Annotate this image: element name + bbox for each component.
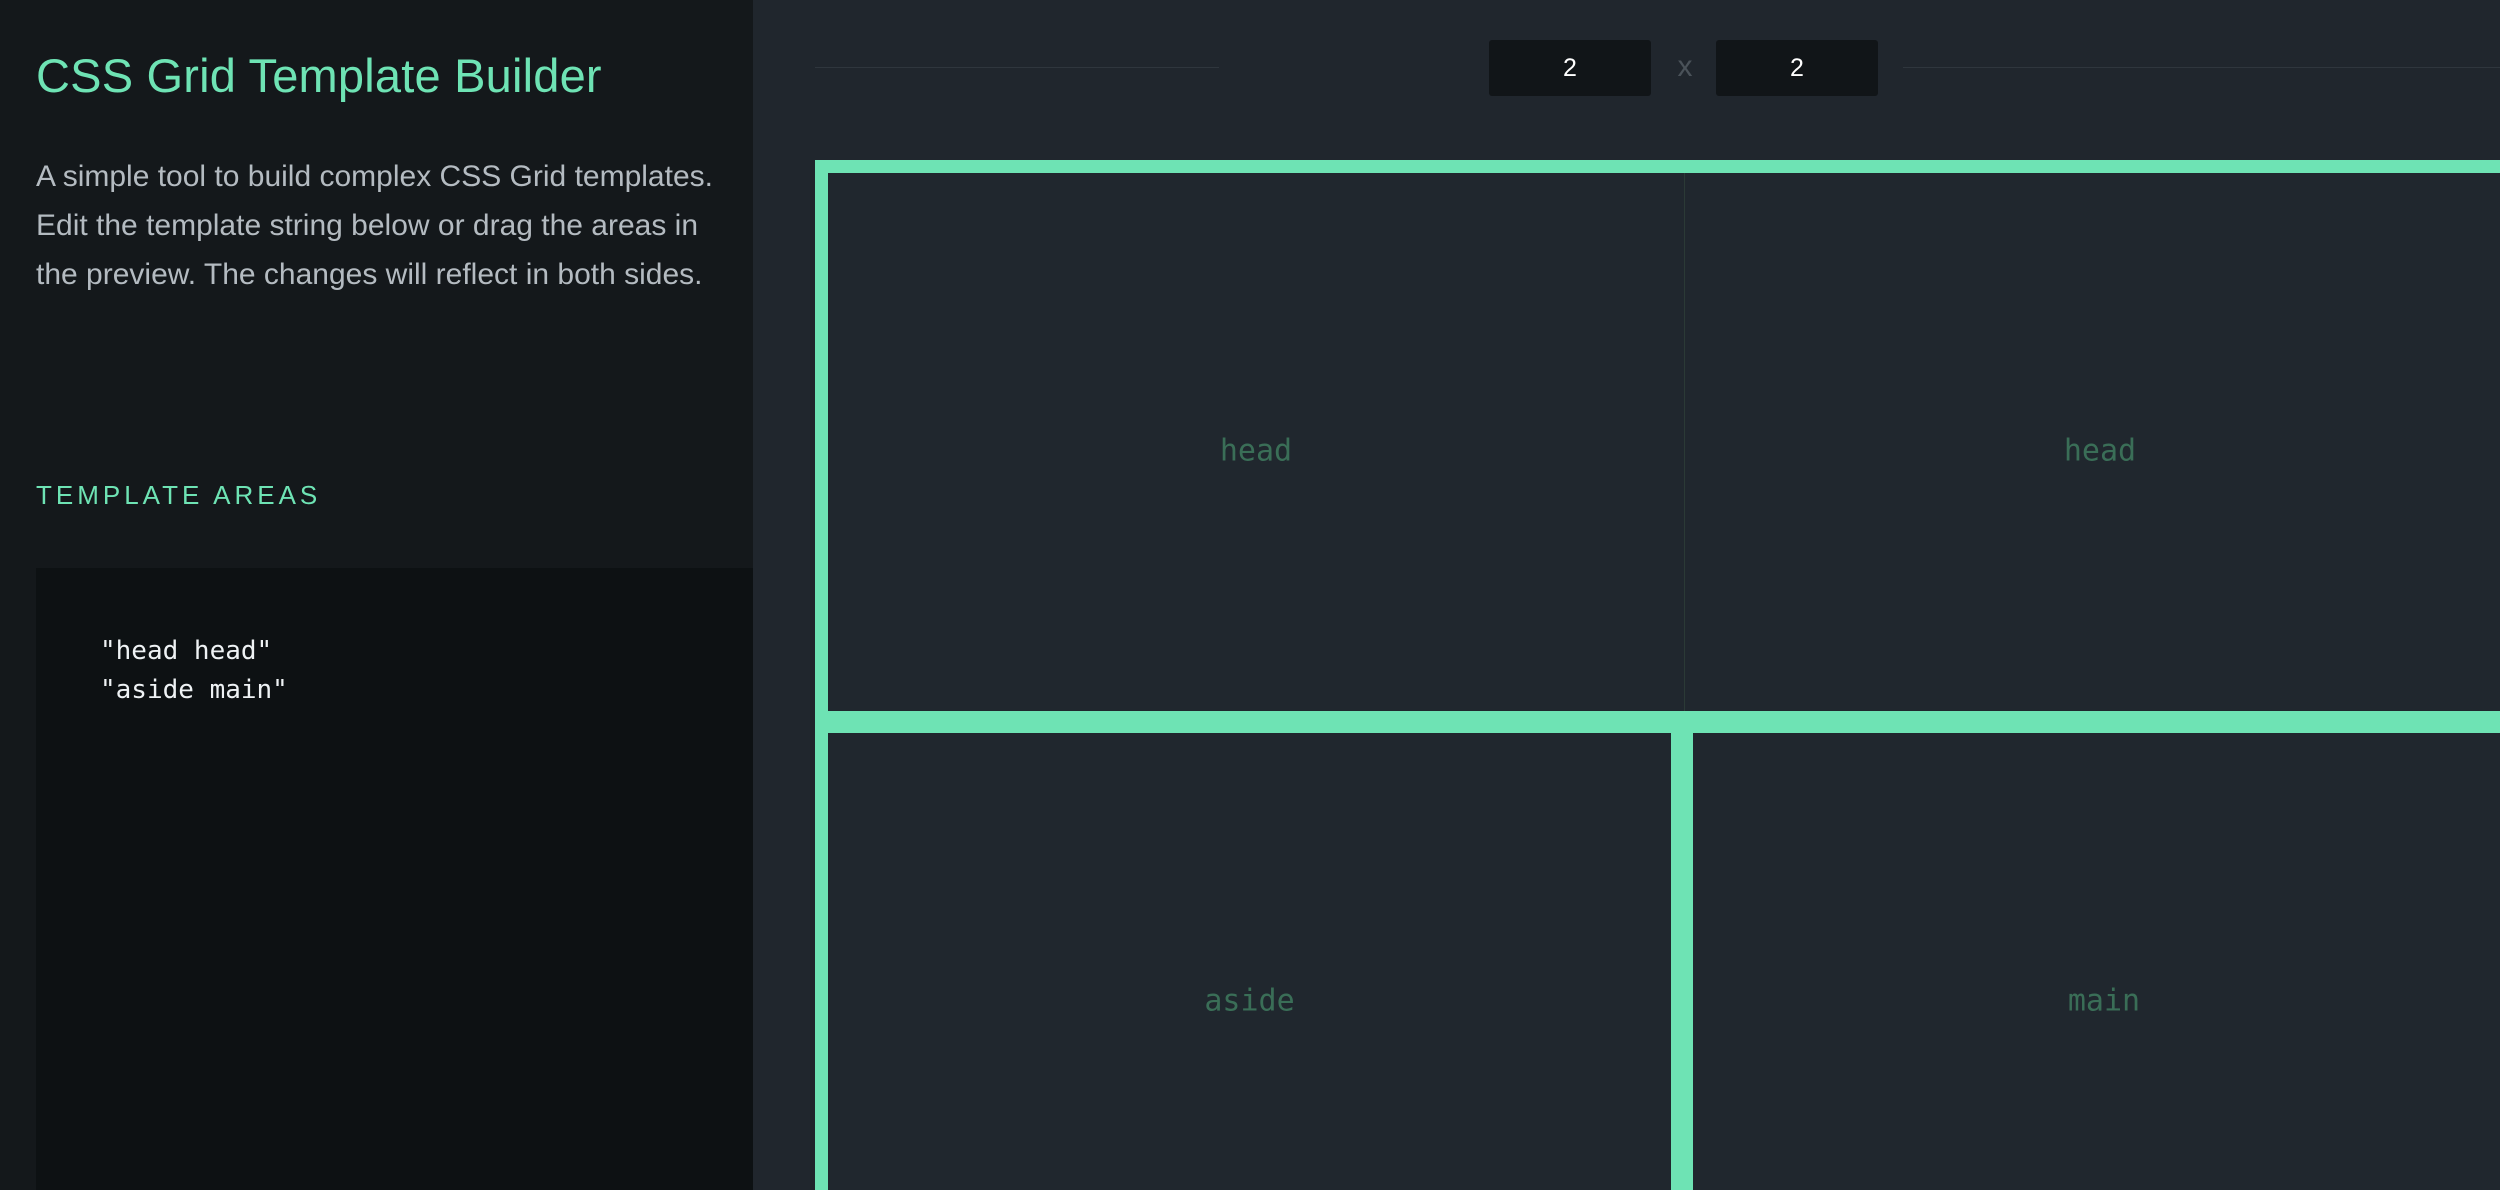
template-areas-editor[interactable]: [36, 568, 753, 1190]
toolbar-divider-right: [1903, 67, 2500, 68]
grid-area-label: aside: [1204, 983, 1295, 1019]
preview-pane: x head head aside main: [753, 0, 2500, 1190]
app-title: CSS Grid Template Builder: [36, 49, 602, 102]
grid-area-head-1[interactable]: head: [828, 173, 1684, 711]
grid-area-main[interactable]: main: [1693, 733, 2500, 1190]
rows-input[interactable]: [1716, 40, 1878, 96]
grid-area-label: head: [1219, 433, 1293, 469]
grid-area-aside[interactable]: aside: [828, 733, 1671, 1190]
grid-preview: head head aside main: [815, 160, 2500, 1190]
app-root: CSS Grid Template Builder A simple tool …: [0, 0, 2500, 1190]
grid-area-label: head: [2063, 433, 2137, 469]
toolbar-divider-left: [815, 67, 1219, 68]
columns-input[interactable]: [1489, 40, 1651, 96]
times-separator: x: [1677, 50, 1693, 83]
template-areas-heading: TEMPLATE AREAS: [36, 480, 322, 510]
sidebar: CSS Grid Template Builder A simple tool …: [0, 0, 753, 1190]
grid-area-head-2[interactable]: head: [1685, 173, 2500, 711]
grid-area-label: main: [2067, 983, 2141, 1019]
app-description: A simple tool to build complex CSS Grid …: [36, 160, 713, 291]
